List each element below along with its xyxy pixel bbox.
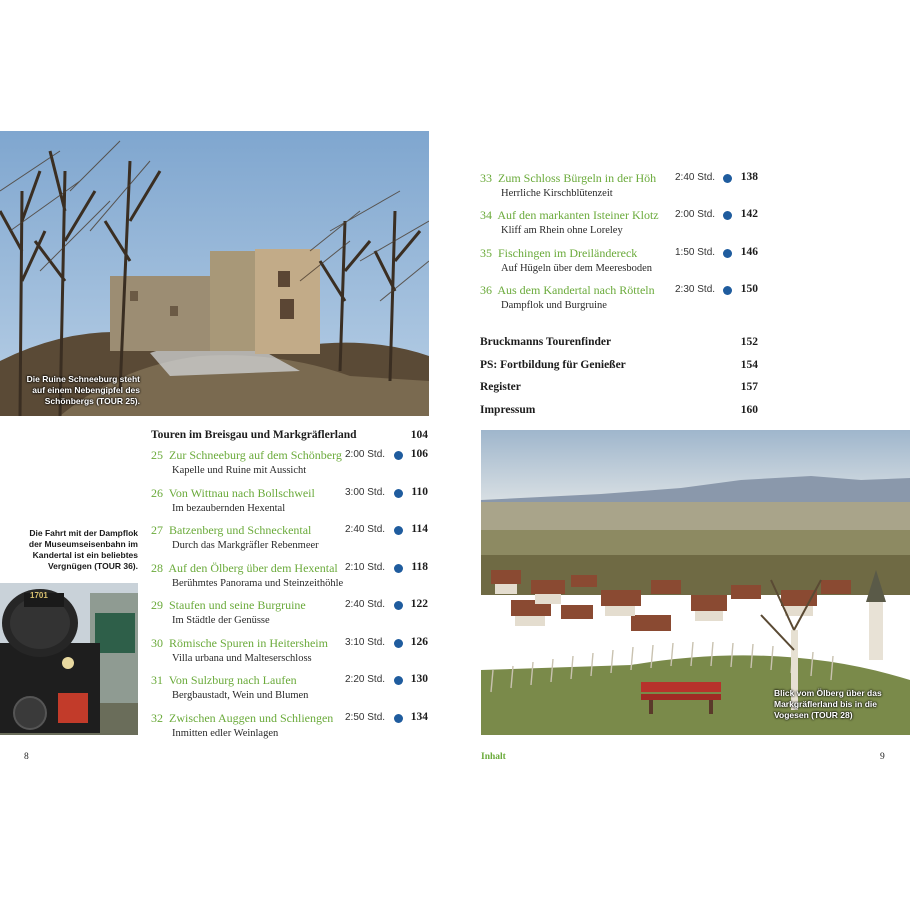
toc-entry[interactable]: 35 Fischingen im Dreiländereck Auf Hügel… (480, 246, 758, 280)
toc-entry[interactable]: 31 Von Sulzburg nach Laufen Bergbaustadt… (151, 673, 428, 707)
toc-entry-duration: 2:40 Std. (675, 172, 716, 183)
toc-entry[interactable]: 34 Auf den markanten Isteiner Klotz Klif… (480, 208, 758, 242)
toc-extra-impressum[interactable]: Impressum 160 (480, 404, 758, 416)
toc-entry-page: 114 (411, 523, 428, 535)
difficulty-dot-icon (394, 489, 403, 498)
toc-entry-duration: 2:30 Std. (675, 284, 716, 295)
toc-entry-title: 36 Aus dem Kandertal nach Rötteln (480, 283, 655, 297)
toc-entry-subtitle: Kliff am Rhein ohne Loreley (501, 225, 623, 236)
page-number-right: 9 (880, 752, 885, 762)
toc-entry-subtitle: Kapelle und Ruine mit Aussicht (172, 465, 307, 476)
toc-entry-subtitle: Herrliche Kirschblütenzeit (501, 188, 613, 199)
difficulty-dot-icon (394, 601, 403, 610)
toc-entry-title: 25 Zur Schneeburg auf dem Schönberg (151, 448, 342, 462)
difficulty-dot-icon (394, 451, 403, 460)
toc-entry-page: 142 (740, 208, 758, 220)
difficulty-dot-icon (394, 526, 403, 535)
caption-oelberg: Blick vom Ölberg über das Markgräflerlan… (774, 688, 882, 720)
difficulty-dot-icon (394, 676, 403, 685)
toc-entry[interactable]: 36 Aus dem Kandertal nach Rötteln Dampfl… (480, 283, 758, 317)
toc-entry[interactable]: 30 Römische Spuren in Heitersheim Villa … (151, 636, 428, 670)
toc-entry-title: 35 Fischingen im Dreiländereck (480, 246, 638, 260)
toc-entry-duration: 2:40 Std. (345, 599, 386, 610)
toc-entry-duration: 1:50 Std. (675, 247, 716, 258)
toc-entry-duration: 2:00 Std. (345, 449, 386, 460)
toc-entry-duration: 3:00 Std. (345, 487, 386, 498)
toc-extra-title: Bruckmanns Tourenfinder (480, 336, 612, 348)
toc-entry-subtitle: Villa urbana und Malteserschloss (172, 653, 312, 664)
toc-entry-duration: 2:00 Std. (675, 209, 716, 220)
toc-entry-page: 106 (410, 448, 428, 460)
loco-number-plate: 1701 (30, 591, 48, 600)
toc-entry-page: 138 (740, 171, 758, 183)
difficulty-dot-icon (394, 564, 403, 573)
caption-dampflok: Die Fahrt mit der Dampflok der Museumsei… (28, 528, 138, 571)
toc-extra-page: 152 (740, 336, 758, 348)
toc-extra-tourenfinder[interactable]: Bruckmanns Tourenfinder 152 (480, 336, 758, 348)
toc-section-title: Touren im Breisgau und Markgräflerland (151, 429, 357, 441)
photo-dampflok: 1701 (0, 583, 138, 735)
toc-entry-page: 134 (410, 711, 428, 723)
toc-entry-page: 150 (740, 283, 758, 295)
toc-entry-page: 146 (740, 246, 758, 258)
toc-extra-page: 154 (740, 359, 758, 371)
toc-entry-subtitle: Im Städtle der Genüsse (172, 615, 270, 626)
toc-entry-subtitle: Durch das Markgräfler Rebenmeer (172, 540, 319, 551)
toc-entry-title: 32 Zwischen Auggen und Schliengen (151, 711, 334, 725)
difficulty-dot-icon (723, 249, 732, 258)
toc-entry[interactable]: 26 Von Wittnau nach Bollschweil Im bezau… (151, 486, 428, 520)
toc-entry[interactable]: 28 Auf den Ölberg über dem Hexental Berü… (151, 561, 428, 595)
toc-section-page: 104 (410, 429, 428, 441)
toc-entry-title: 29 Staufen und seine Burgruine (151, 598, 306, 612)
toc-section-heading: Touren im Breisgau und Markgräflerland 1… (151, 429, 428, 441)
toc-entry-page: 130 (410, 673, 428, 685)
difficulty-dot-icon (723, 286, 732, 295)
toc-entry-duration: 2:50 Std. (345, 712, 386, 723)
difficulty-dot-icon (723, 174, 732, 183)
toc-extra-register[interactable]: Register 157 (480, 381, 758, 393)
toc-entry-title: 31 Von Sulzburg nach Laufen (151, 673, 297, 687)
toc-entry-page: 118 (411, 561, 428, 573)
toc-entry[interactable]: 33 Zum Schloss Bürgeln in der Höh Herrli… (480, 171, 758, 205)
running-head-inhalt: Inhalt (481, 752, 506, 762)
toc-entry-subtitle: Berühmtes Panorama und Steinzeithöhle (172, 578, 344, 589)
toc-extra-title: PS: Fortbildung für Genießer (480, 359, 626, 371)
toc-entry[interactable]: 27 Batzenberg und Schneckental Durch das… (151, 523, 428, 557)
toc-extra-page: 157 (740, 381, 758, 393)
toc-entry-duration: 2:40 Std. (345, 524, 386, 535)
toc-entry-subtitle: Inmitten edler Weinlagen (172, 728, 279, 739)
toc-extra-title: Impressum (480, 404, 536, 416)
toc-extra-page: 160 (740, 404, 758, 416)
toc-entry-subtitle: Dampflok und Burgruine (501, 300, 607, 311)
toc-entry-title: 26 Von Wittnau nach Bollschweil (151, 486, 315, 500)
toc-entry-subtitle: Im bezaubernden Hexental (172, 503, 286, 514)
toc-entry[interactable]: 29 Staufen und seine Burgruine Im Städtl… (151, 598, 428, 632)
toc-entry-title: 34 Auf den markanten Isteiner Klotz (480, 208, 659, 222)
toc-entry-duration: 3:10 Std. (345, 637, 386, 648)
difficulty-dot-icon (394, 639, 403, 648)
toc-entry-duration: 2:20 Std. (345, 674, 386, 685)
toc-extra-fortbildung[interactable]: PS: Fortbildung für Genießer 154 (480, 359, 758, 371)
toc-entry-title: 27 Batzenberg und Schneckental (151, 523, 312, 537)
toc-entry-title: 28 Auf den Ölberg über dem Hexental (151, 561, 338, 575)
toc-entry-subtitle: Bergbaustadt, Wein und Blumen (172, 690, 309, 701)
page-number-left: 8 (24, 752, 29, 762)
caption-ruine: Die Ruine Schneeburg steht auf einem Neb… (26, 374, 140, 406)
toc-entry-title: 33 Zum Schloss Bürgeln in der Höh (480, 171, 657, 185)
toc-entry-page: 122 (410, 598, 428, 610)
difficulty-dot-icon (394, 714, 403, 723)
toc-entry-page: 126 (410, 636, 428, 648)
toc-entry-page: 110 (411, 486, 428, 498)
toc-entry-subtitle: Auf Hügeln über dem Meeresboden (501, 263, 653, 274)
toc-entry[interactable]: 25 Zur Schneeburg auf dem Schönberg Kape… (151, 448, 428, 482)
difficulty-dot-icon (723, 211, 732, 220)
toc-entry[interactable]: 32 Zwischen Auggen und Schliengen Inmitt… (151, 711, 428, 745)
toc-extra-title: Register (480, 381, 521, 393)
toc-entry-duration: 2:10 Std. (345, 562, 386, 573)
toc-entry-title: 30 Römische Spuren in Heitersheim (151, 636, 328, 650)
